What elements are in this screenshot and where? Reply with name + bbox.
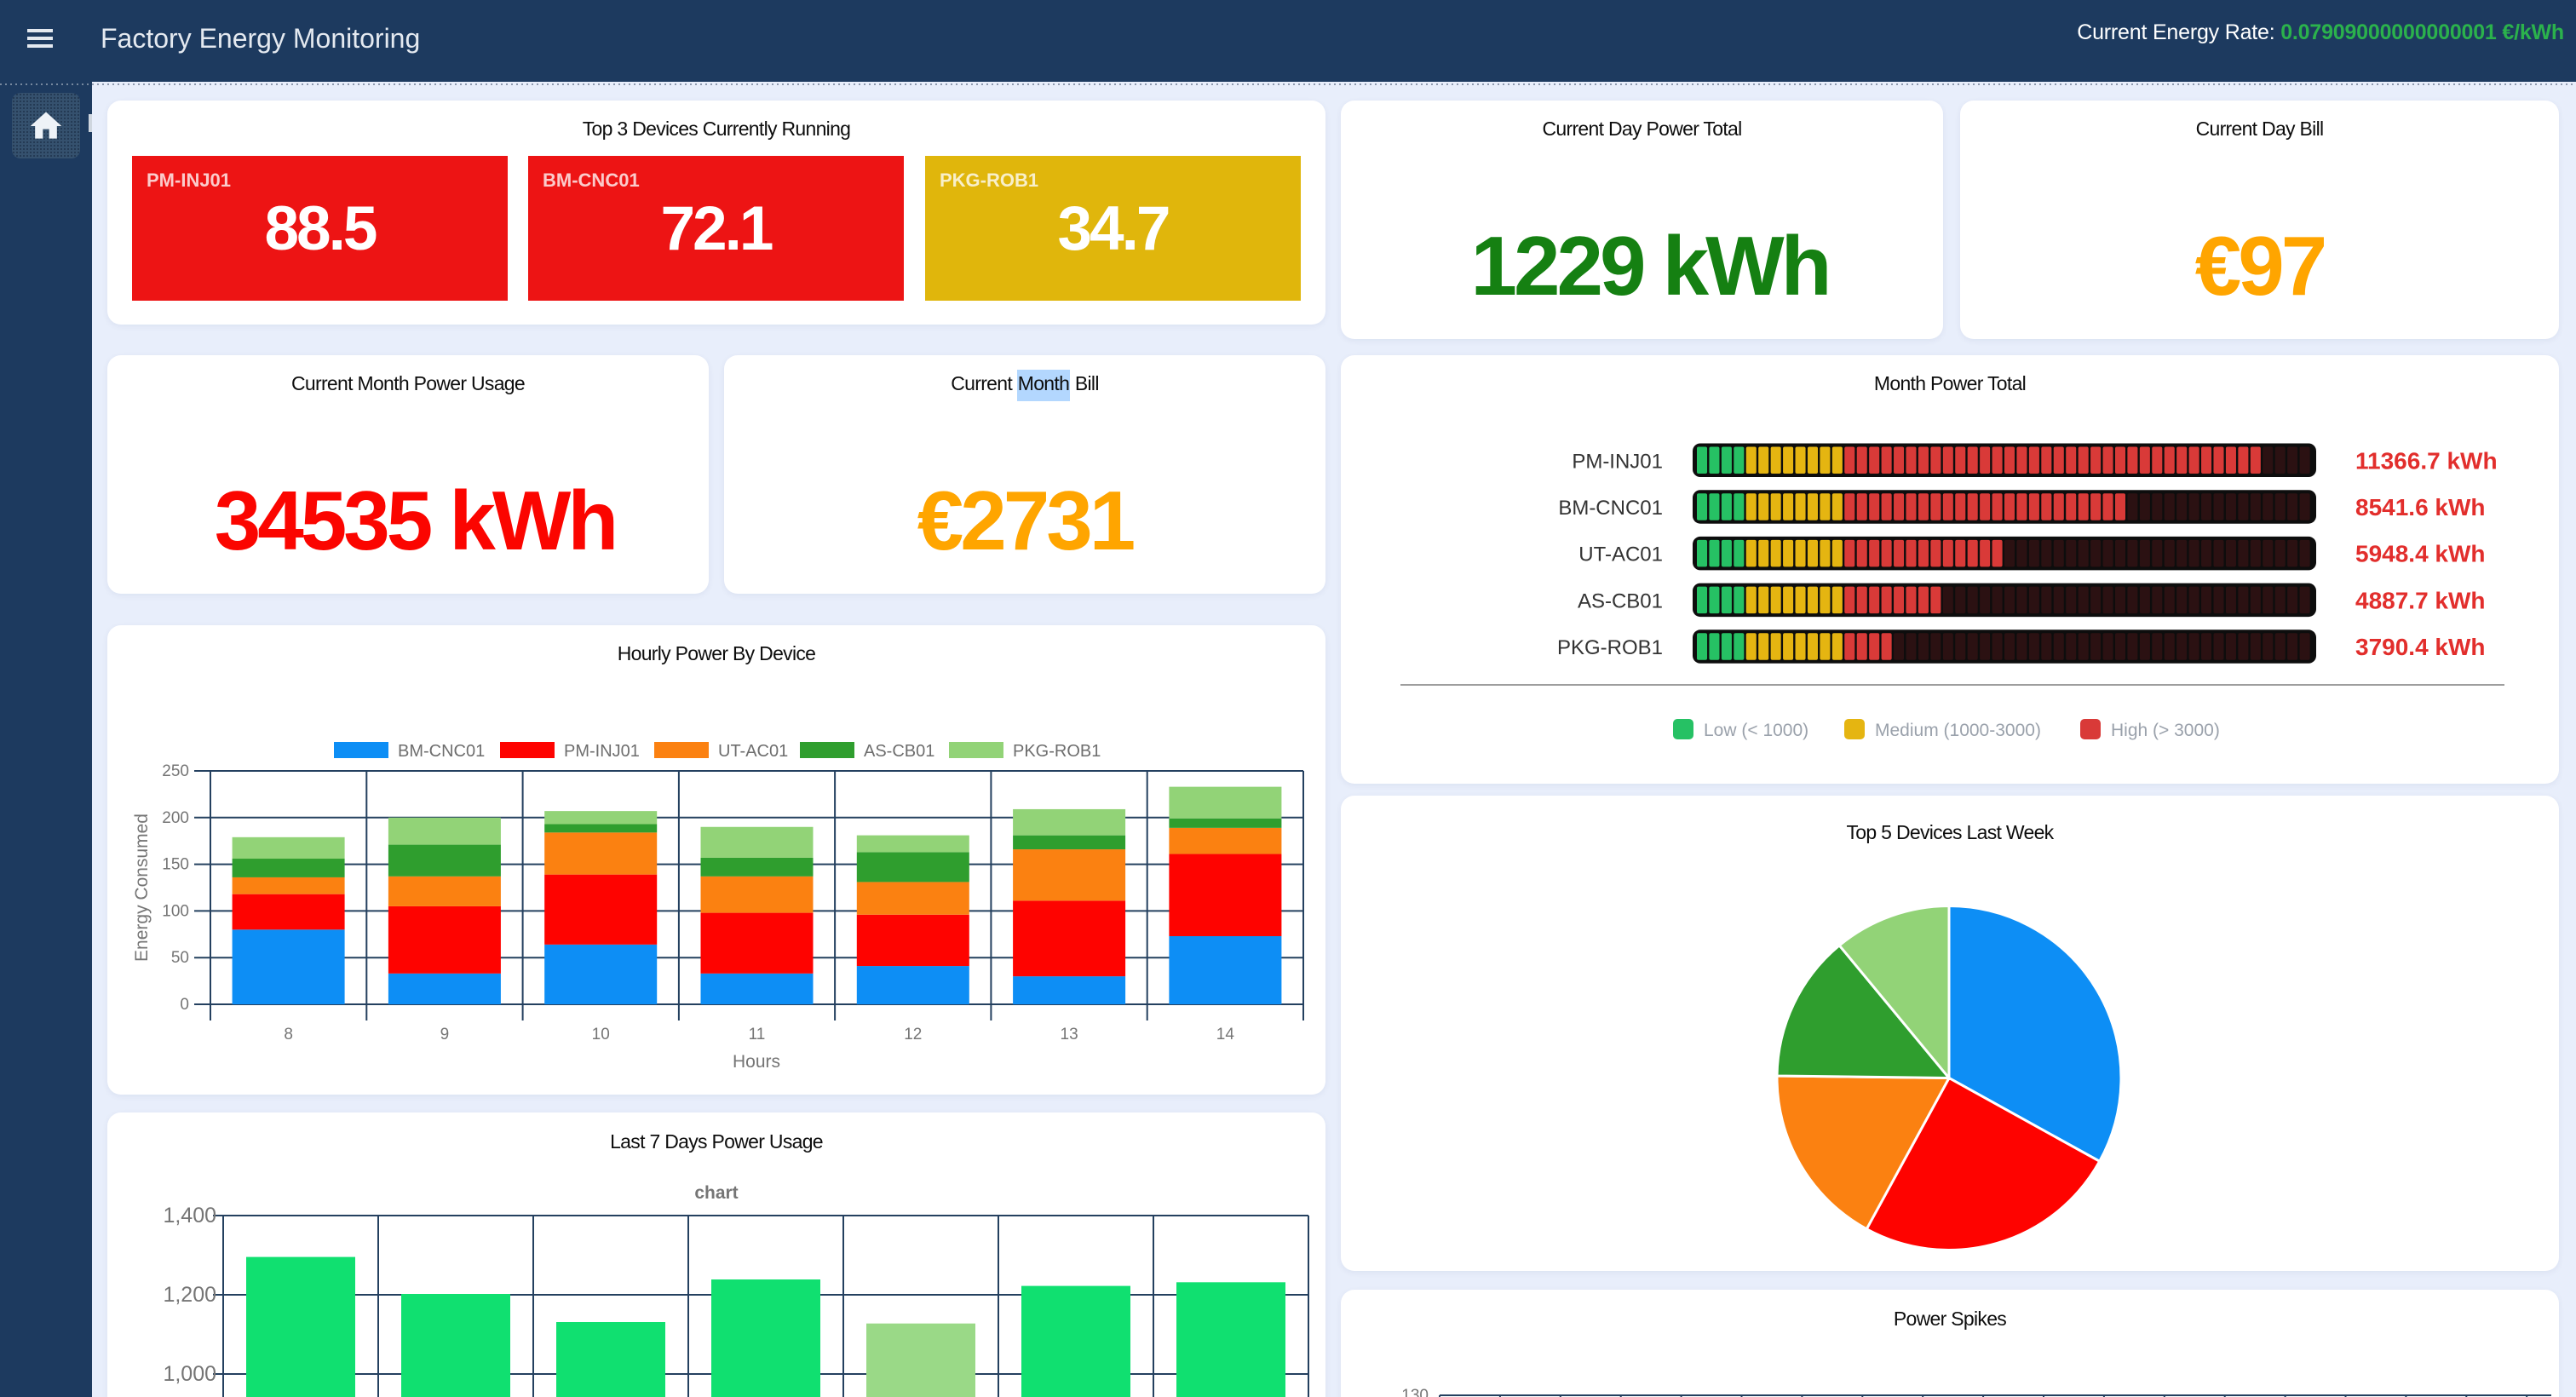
svg-text:8541.6 kWh: 8541.6 kWh: [2355, 494, 2486, 520]
svg-text:BM-CNC01: BM-CNC01: [398, 742, 485, 761]
svg-text:150: 150: [162, 856, 189, 874]
svg-text:13: 13: [1061, 1026, 1078, 1043]
svg-text:100: 100: [162, 902, 189, 920]
svg-text:3790.4 kWh: 3790.4 kWh: [2355, 634, 2486, 660]
svg-text:14: 14: [1216, 1026, 1235, 1043]
svg-text:4887.7 kWh: 4887.7 kWh: [2355, 587, 2486, 613]
svg-text:Medium (1000-3000): Medium (1000-3000): [1875, 721, 2041, 740]
svg-text:11: 11: [749, 1026, 766, 1043]
svg-text:Low (< 1000): Low (< 1000): [1704, 721, 1808, 740]
svg-text:8: 8: [284, 1026, 293, 1043]
svg-text:9: 9: [440, 1026, 450, 1043]
svg-text:10: 10: [592, 1026, 610, 1043]
svg-text:200: 200: [162, 809, 189, 827]
svg-text:UT-AC01: UT-AC01: [718, 742, 788, 761]
svg-text:11366.7 kWh: 11366.7 kWh: [2355, 447, 2498, 474]
svg-text:50: 50: [171, 949, 189, 967]
svg-text:1,200: 1,200: [163, 1283, 216, 1307]
svg-text:High (> 3000): High (> 3000): [2111, 721, 2220, 740]
svg-text:PKG-ROB1: PKG-ROB1: [1557, 636, 1663, 659]
svg-text:250: 250: [162, 762, 189, 780]
svg-text:Hours: Hours: [733, 1052, 780, 1072]
svg-text:0: 0: [180, 996, 189, 1014]
svg-text:AS-CB01: AS-CB01: [1578, 589, 1663, 612]
svg-text:12: 12: [904, 1026, 922, 1043]
svg-text:1,400: 1,400: [163, 1204, 216, 1227]
svg-text:PM-INJ01: PM-INJ01: [564, 742, 640, 761]
svg-text:Energy Consumed: Energy Consumed: [132, 813, 152, 962]
svg-text:PM-INJ01: PM-INJ01: [1572, 450, 1663, 473]
svg-text:AS-CB01: AS-CB01: [864, 742, 934, 761]
svg-text:5948.4 kWh: 5948.4 kWh: [2355, 541, 2486, 567]
svg-text:UT-AC01: UT-AC01: [1578, 543, 1663, 566]
svg-text:BM-CNC01: BM-CNC01: [1558, 497, 1663, 520]
svg-text:130: 130: [1401, 1387, 1429, 1397]
svg-text:PKG-ROB1: PKG-ROB1: [1013, 742, 1101, 761]
svg-text:1,000: 1,000: [163, 1362, 216, 1386]
svg-text:chart: chart: [694, 1183, 738, 1203]
